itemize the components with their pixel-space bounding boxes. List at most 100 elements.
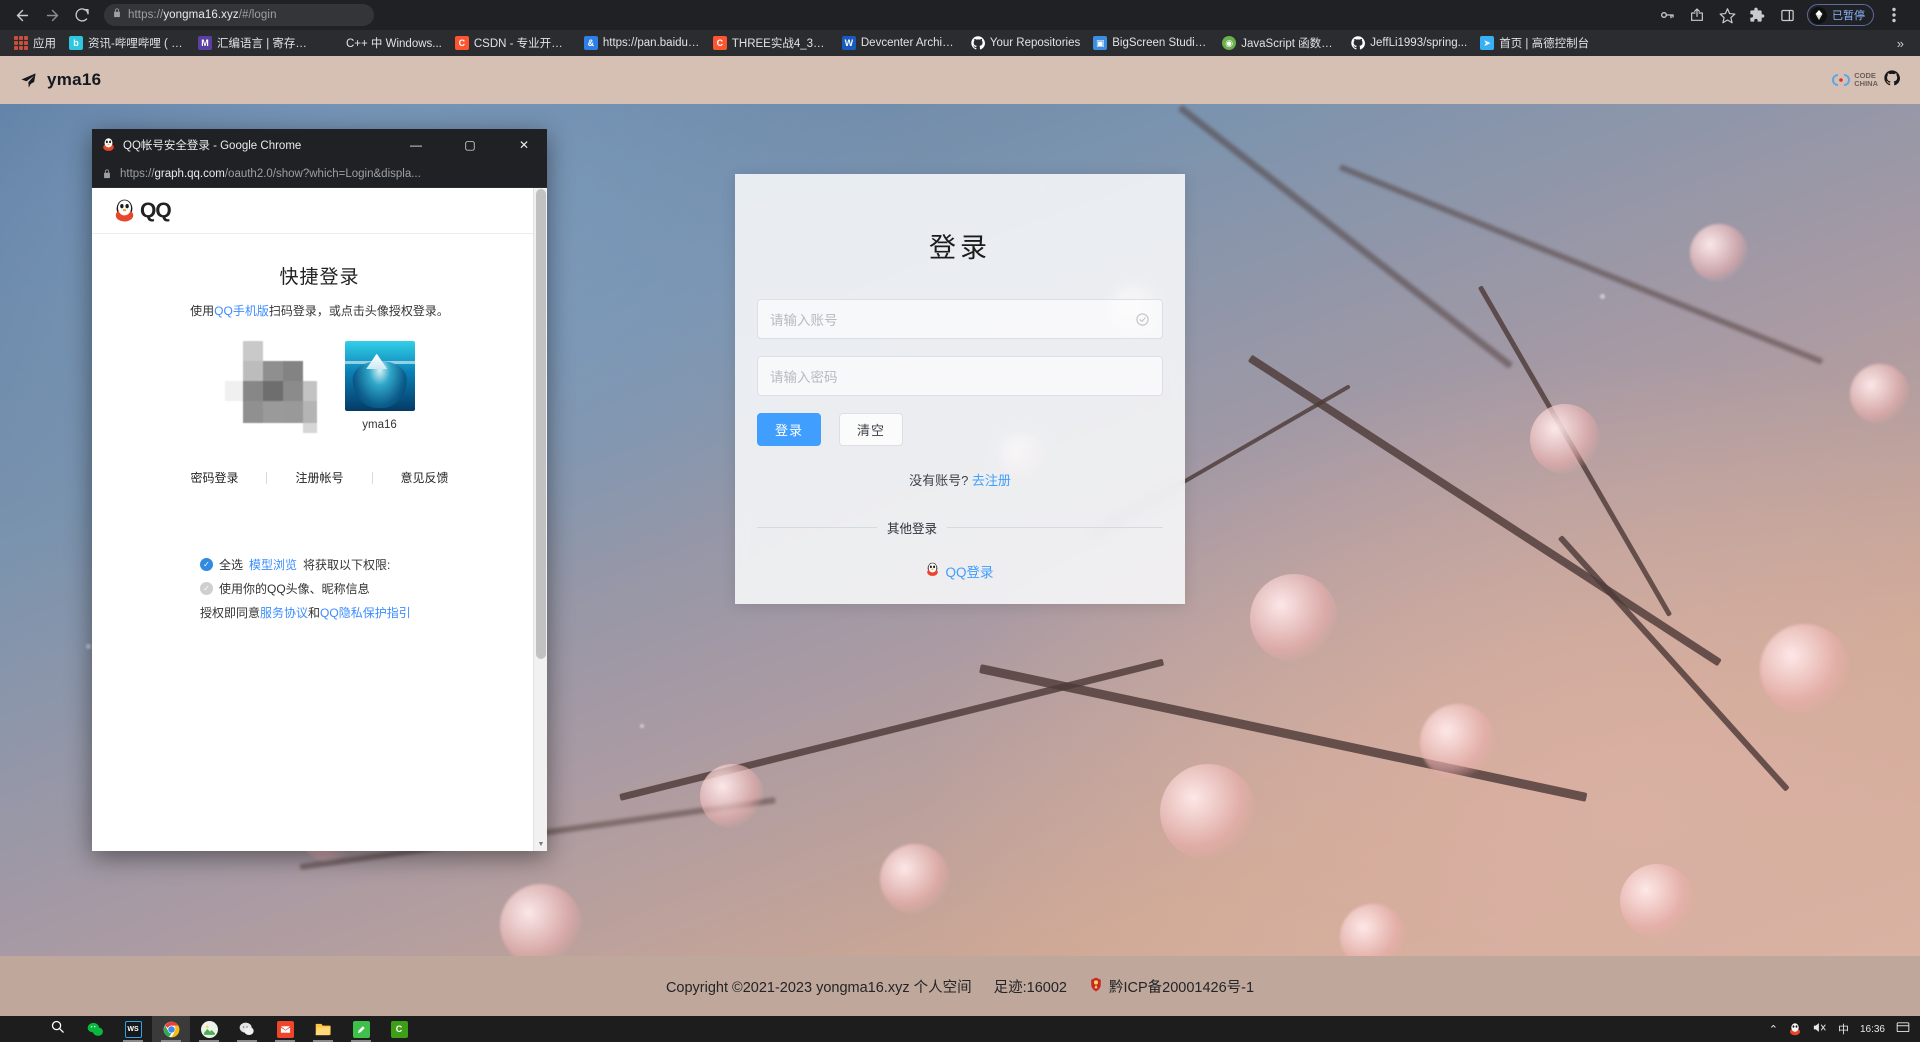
popup-content: QQ 快捷登录 使用QQ手机版扫码登录，或点击头像授权登录。 yma16 密码登… xyxy=(92,188,547,851)
icp-record[interactable]: 黔ICP备20001426号-1 xyxy=(1089,976,1254,997)
popup-address-bar: https://graph.qq.com/oauth2.0/show?which… xyxy=(92,160,547,188)
popup-close-button[interactable]: ✕ xyxy=(501,129,547,160)
bookmark-item[interactable]: C THREE实战4_3D纹... xyxy=(707,32,835,54)
share-icon[interactable] xyxy=(1683,1,1711,29)
back-icon[interactable] xyxy=(8,1,36,29)
bookmark-item[interactable]: Your Repositories xyxy=(965,33,1086,53)
service-agreement-link[interactable]: 服务协议 xyxy=(260,606,308,620)
avatar-name: yma16 xyxy=(362,419,397,431)
bookmark-item[interactable]: b 资讯-哔哩哔哩 ( °-... xyxy=(63,32,191,54)
login-card: 登录 请输入账号 请输入密码 登录 清空 没有账号? 去注册 其他登录 QQ登录 xyxy=(735,174,1185,604)
puzzle-icon[interactable] xyxy=(1743,1,1771,29)
checkbox-checked-icon[interactable]: ✓ xyxy=(200,558,213,571)
volume-muted-icon[interactable] xyxy=(1812,1021,1827,1037)
scrollbar-thumb[interactable] xyxy=(536,189,546,659)
popup-maximize-button[interactable]: ▢ xyxy=(447,129,493,160)
qq-password-login-link[interactable]: 密码登录 xyxy=(162,469,266,486)
forward-icon[interactable] xyxy=(38,1,66,29)
popup-url-domain: graph.qq.com xyxy=(154,167,225,180)
qq-register-link[interactable]: 注册帐号 xyxy=(267,469,371,486)
clear-button[interactable]: 清空 xyxy=(839,413,904,446)
foxmail-icon xyxy=(276,1020,294,1038)
account-input[interactable]: 请输入账号 xyxy=(757,299,1163,339)
privacy-policy-link[interactable]: QQ隐私保护指引 xyxy=(320,606,411,620)
picture-taskbar[interactable] xyxy=(190,1016,228,1042)
login-title: 登录 xyxy=(929,233,991,263)
key-icon[interactable] xyxy=(1653,1,1681,29)
chrome-taskbar[interactable] xyxy=(152,1016,190,1042)
star-icon[interactable] xyxy=(1713,1,1741,29)
bookmark-item[interactable]: ➤ 首页 | 高德控制台 xyxy=(1474,32,1595,54)
github-icon[interactable] xyxy=(1884,69,1900,91)
header-right: CODE CHINA xyxy=(1831,69,1900,91)
qr-code-blurred[interactable] xyxy=(224,341,317,433)
qqchat-taskbar[interactable] xyxy=(228,1016,266,1042)
scroll-down-icon[interactable]: ▼ xyxy=(534,837,547,851)
three-dot-menu-icon[interactable] xyxy=(1880,1,1908,29)
bookmark-item[interactable]: C++ 中 Windows... xyxy=(321,32,448,54)
editor-icon xyxy=(352,1020,370,1038)
bookmarks-overflow-button[interactable]: » xyxy=(1889,36,1912,51)
circle-check-icon[interactable] xyxy=(1135,312,1150,327)
address-bar[interactable]: https://yongma16.xyz/#/login xyxy=(104,4,374,26)
qq-penguin-icon[interactable] xyxy=(1789,1022,1801,1036)
wechat-taskbar[interactable] xyxy=(76,1016,114,1042)
popup-title-bar[interactable]: QQ帐号安全登录 - Google Chrome — ▢ ✕ xyxy=(92,129,547,160)
permission-row-profile[interactable]: ✓ 使用你的QQ头像、昵称信息 xyxy=(200,580,547,597)
bookmark-item[interactable]: C CSDN - 专业开发... xyxy=(449,32,577,54)
photo-viewer-icon xyxy=(200,1020,218,1038)
permission-profile-label: 使用你的QQ头像、昵称信息 xyxy=(219,582,370,596)
tray-expand-chevron-icon[interactable]: ⌃ xyxy=(1769,1023,1778,1036)
bookmark-item[interactable]: JeffLi1993/spring... xyxy=(1345,33,1473,53)
side-panel-icon[interactable] xyxy=(1773,1,1801,29)
site-brand[interactable]: yma16 xyxy=(20,70,101,90)
qq-account-avatar[interactable]: yma16 xyxy=(344,341,415,431)
avatar xyxy=(344,341,415,411)
bigscreen-icon: ▣ xyxy=(1093,36,1108,50)
tim-icon xyxy=(239,1021,256,1038)
apps-grid-icon xyxy=(14,36,28,50)
permission-row-select-all[interactable]: ✓ 全选 模型浏览 将获取以下权限: xyxy=(200,556,547,573)
codechina-line2: CHINA xyxy=(1854,79,1878,88)
bookmark-label: https://pan.baidu.... xyxy=(602,37,700,49)
extension-paused-badge[interactable]: 已暂停 xyxy=(1807,4,1874,26)
extension-icon xyxy=(1810,6,1827,24)
paper-plane-icon xyxy=(20,72,37,89)
popup-minimize-button[interactable]: — xyxy=(393,129,439,160)
windows-logo-icon xyxy=(12,1022,27,1037)
word-icon: W xyxy=(841,36,856,50)
app-name-link[interactable]: 模型浏览 xyxy=(249,556,297,573)
bookmark-item[interactable]: ▣ BigScreen Studio... xyxy=(1087,33,1215,53)
search-button[interactable] xyxy=(38,1016,76,1042)
qq-login-link[interactable]: QQ登录 xyxy=(926,561,994,581)
amap-icon: ➤ xyxy=(1480,36,1495,50)
wps-taskbar[interactable]: WS xyxy=(114,1016,152,1042)
notification-icon[interactable] xyxy=(1896,1021,1910,1037)
password-input[interactable]: 请输入密码 xyxy=(757,356,1163,396)
agreement-pre: 授权即同意 xyxy=(200,606,261,620)
select-all-label: 全选 xyxy=(219,558,244,572)
explorer-taskbar[interactable] xyxy=(304,1016,342,1042)
reload-icon[interactable] xyxy=(68,1,96,29)
ime-indicator[interactable]: 中 xyxy=(1838,1021,1849,1037)
qq-mobile-link[interactable]: QQ手机版 xyxy=(214,304,269,318)
start-button[interactable] xyxy=(0,1016,38,1042)
codechina-logo[interactable]: CODE CHINA xyxy=(1831,71,1878,89)
visit-count: 足迹:16002 xyxy=(993,979,1067,996)
bookmark-item[interactable]: W Devcenter Archive... xyxy=(836,33,964,53)
qq-feedback-link[interactable]: 意见反馈 xyxy=(373,469,477,486)
password-placeholder: 请输入密码 xyxy=(770,370,838,385)
editor-taskbar[interactable] xyxy=(342,1016,380,1042)
popup-scrollbar[interactable]: ▲ ▼ xyxy=(533,188,547,851)
login-submit-button[interactable]: 登录 xyxy=(757,413,822,446)
typora-taskbar[interactable]: C xyxy=(380,1016,418,1042)
clock[interactable]: 16:36 xyxy=(1860,1024,1885,1035)
bookmark-item[interactable]: M 汇编语言 | 寄存器 -... xyxy=(192,32,320,54)
foxmail-taskbar[interactable] xyxy=(266,1016,304,1042)
signup-link[interactable]: 去注册 xyxy=(972,473,1011,488)
bookmark-item[interactable]: ◉ JavaScript 函数定... xyxy=(1216,32,1344,54)
github-icon xyxy=(971,36,985,50)
bookmark-item[interactable]: & https://pan.baidu.... xyxy=(578,33,706,53)
toolbar-actions: 已暂停 xyxy=(1653,1,1912,29)
bookmark-apps[interactable]: 应用 xyxy=(8,32,62,54)
